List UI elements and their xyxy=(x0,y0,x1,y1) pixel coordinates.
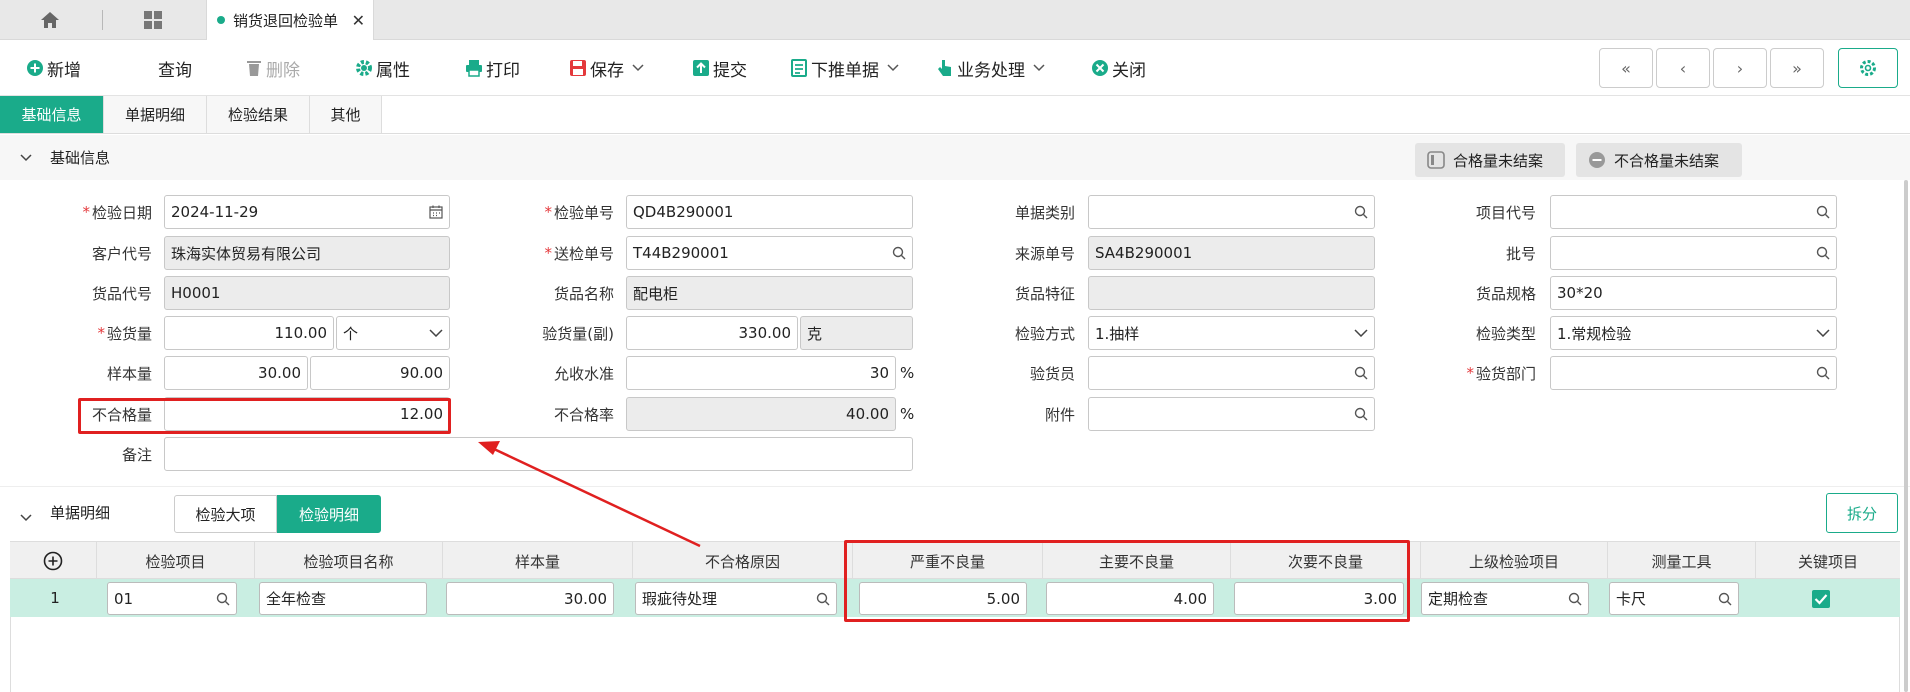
annotation-arrow xyxy=(478,441,701,548)
vertical-scrollbar[interactable] xyxy=(1904,180,1908,692)
